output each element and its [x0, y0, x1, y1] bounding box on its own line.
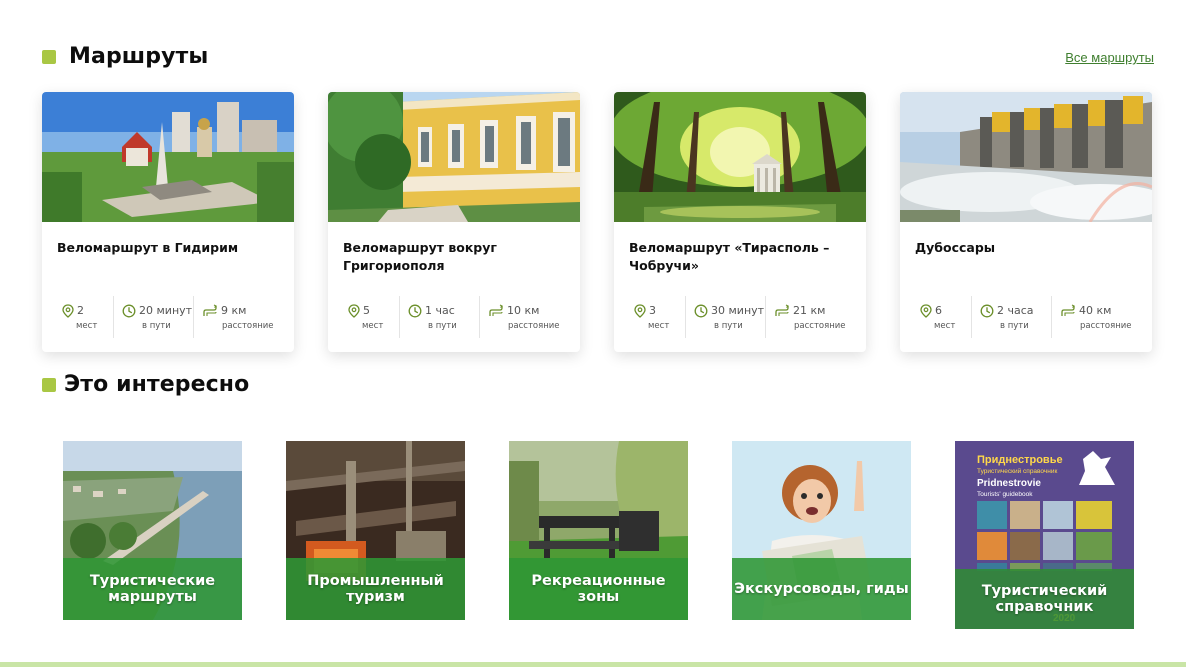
stat-distance-unit: расстояние	[1080, 320, 1132, 331]
section-bullet	[42, 377, 56, 392]
tile-overlay: Туристический справочник	[955, 569, 1134, 629]
stat-places: 6 мест	[912, 296, 972, 338]
stat-distance-value: 21 км	[793, 304, 826, 317]
section-bullet	[42, 49, 56, 64]
route-card-stats: 2 мест 20 минут в пути 9 км расстояние	[54, 296, 286, 338]
stat-places-value: 5	[363, 304, 370, 317]
routes-title: Маршруты	[69, 44, 209, 69]
tile-label: Туристический справочник	[981, 583, 1108, 615]
stat-time: 2 часа в пути	[972, 296, 1052, 338]
tile-guides[interactable]: Экскурсоводы, гиды	[732, 441, 911, 620]
stat-time-unit: в пути	[1000, 320, 1029, 331]
routes-section-header: Маршруты	[42, 44, 208, 69]
tile-overlay: Рекреационные зоны	[509, 558, 688, 620]
stat-distance-unit: расстояние	[794, 320, 846, 331]
tile-label: Туристические маршруты	[89, 573, 216, 605]
route-icon	[775, 304, 789, 316]
tile-industrial-tourism[interactable]: Промышленный туризм	[286, 441, 465, 620]
route-icon	[203, 304, 217, 316]
route-card-stats: 6 мест 2 часа в пути 40 км расстояние	[912, 296, 1144, 338]
tile-label: Промышленный туризм	[307, 573, 444, 605]
guidebook-subtitle-ru: Туристический справочник	[977, 467, 1058, 475]
guidebook-title-ru: Приднестровье	[977, 454, 1063, 466]
tile-overlay: Промышленный туризм	[286, 558, 465, 620]
stat-places-value: 3	[649, 304, 656, 317]
all-routes-link[interactable]: Все маршруты	[1065, 50, 1154, 65]
route-card-image	[900, 92, 1152, 222]
tile-overlay: Экскурсоводы, гиды	[732, 558, 911, 620]
stat-time-unit: в пути	[428, 320, 457, 331]
stat-distance-unit: расстояние	[222, 320, 274, 331]
stat-places-value: 6	[935, 304, 942, 317]
stat-distance-value: 10 км	[507, 304, 540, 317]
tile-label: Экскурсоводы, гиды	[734, 581, 909, 597]
route-card-image	[328, 92, 580, 222]
route-card-stats: 3 мест 30 минут в пути 21 км расстояние	[626, 296, 858, 338]
stat-time-unit: в пути	[714, 320, 743, 331]
stat-time-unit: в пути	[142, 320, 171, 331]
guidebook-title-en: Pridnestrovie	[977, 478, 1041, 489]
guidebook-subtitle-en: Tourists' guidebook	[977, 491, 1033, 498]
location-pin-icon	[634, 303, 646, 318]
interesting-tiles: Туристические маршруты Промышленный тури…	[63, 441, 1134, 629]
stat-time-value: 1 час	[425, 304, 455, 317]
stat-time: 1 час в пути	[400, 296, 480, 338]
stat-distance: 21 км расстояние	[766, 296, 856, 338]
stat-time-value: 30 минут	[711, 304, 765, 317]
route-card[interactable]: Дубоссары 6 мест 2 часа в пути 40 км рас…	[900, 92, 1152, 352]
location-pin-icon	[348, 303, 360, 318]
tile-tourist-routes[interactable]: Туристические маршруты	[63, 441, 242, 620]
route-card-title: Веломаршрут «Тирасполь – Чобручи»	[629, 240, 830, 273]
stat-distance-unit: расстояние	[508, 320, 560, 331]
stat-time: 20 минут в пути	[114, 296, 194, 338]
route-card-image	[42, 92, 294, 222]
stat-distance: 10 км расстояние	[480, 296, 570, 338]
stat-places-unit: мест	[76, 320, 98, 331]
route-card[interactable]: Веломаршрут в Гидирим 2 мест 20 минут в …	[42, 92, 294, 352]
stat-time: 30 минут в пути	[686, 296, 766, 338]
stat-time-value: 20 минут	[139, 304, 193, 317]
route-card-title: Дубоссары	[915, 240, 996, 255]
tile-recreation-zones[interactable]: Рекреационные зоны	[509, 441, 688, 620]
route-card-stats: 5 мест 1 час в пути 10 км расстояние	[340, 296, 572, 338]
stat-distance: 40 км расстояние	[1052, 296, 1142, 338]
route-card-title: Веломаршрут в Гидирим	[57, 240, 239, 255]
tile-guidebook[interactable]: Приднестровье Туристический справочник P…	[955, 441, 1134, 629]
interesting-title: Это интересно	[64, 372, 250, 397]
bottom-bar	[0, 662, 1186, 667]
clock-icon	[694, 304, 708, 317]
stat-places-value: 2	[77, 304, 84, 317]
stat-time-value: 2 часа	[997, 304, 1034, 317]
location-pin-icon	[62, 303, 74, 318]
clock-icon	[122, 304, 136, 317]
route-card-image	[614, 92, 866, 222]
route-card-title: Веломаршрут вокруг Григориополя	[343, 240, 497, 273]
clock-icon	[408, 304, 422, 317]
stat-places: 3 мест	[626, 296, 686, 338]
interesting-section-header: Это интересно	[42, 372, 249, 397]
stat-distance: 9 км расстояние	[194, 296, 284, 338]
route-card[interactable]: Веломаршрут «Тирасполь – Чобручи» 3 мест…	[614, 92, 866, 352]
route-icon	[489, 304, 503, 316]
stat-distance-value: 9 км	[221, 304, 247, 317]
stat-places-unit: мест	[362, 320, 384, 331]
tile-overlay: Туристические маршруты	[63, 558, 242, 620]
clock-icon	[980, 304, 994, 317]
route-card[interactable]: Веломаршрут вокруг Григориополя 5 мест 1…	[328, 92, 580, 352]
tile-label: Рекреационные зоны	[531, 573, 666, 605]
stat-places-unit: мест	[934, 320, 956, 331]
location-pin-icon	[920, 303, 932, 318]
route-icon	[1061, 304, 1075, 316]
route-cards: Веломаршрут в Гидирим 2 мест 20 минут в …	[42, 92, 1152, 352]
stat-places-unit: мест	[648, 320, 670, 331]
stat-places: 5 мест	[340, 296, 400, 338]
stat-distance-value: 40 км	[1079, 304, 1112, 317]
stat-places: 2 мест	[54, 296, 114, 338]
